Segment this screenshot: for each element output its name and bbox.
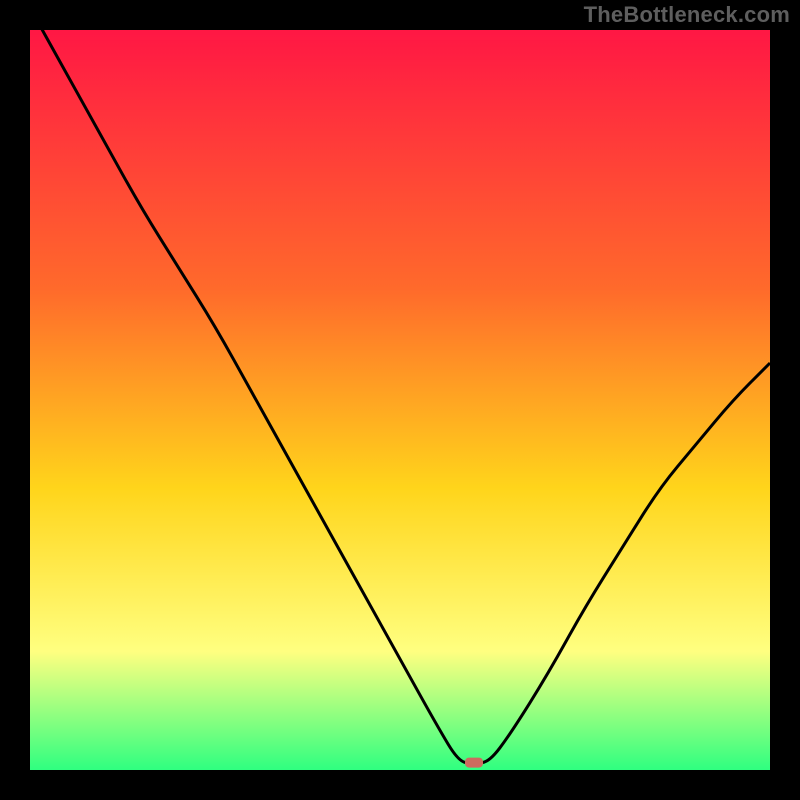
optimal-marker [465,758,483,768]
bottleneck-chart [0,0,800,800]
attribution-text: TheBottleneck.com [584,2,790,28]
chart-frame: TheBottleneck.com [0,0,800,800]
